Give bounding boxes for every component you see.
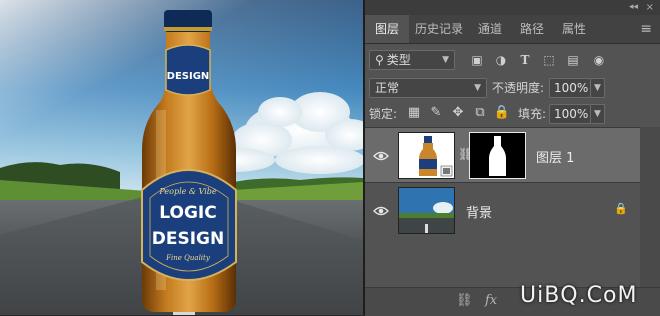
lock-icon: 🔒 bbox=[614, 202, 628, 215]
layer-row-layer1[interactable]: ⛓ 图层 1 bbox=[365, 127, 640, 182]
close-panel-icon[interactable]: × bbox=[646, 0, 654, 15]
add-layer-style-icon[interactable]: fx bbox=[485, 293, 497, 308]
tab-paths[interactable]: 路径 bbox=[511, 15, 553, 43]
blend-mode-dropdown[interactable]: 正常 ▼ bbox=[369, 78, 487, 98]
layer-row-background[interactable]: 背景 🔒 bbox=[365, 182, 640, 237]
tab-layers[interactable]: 图层 bbox=[365, 15, 409, 43]
tab-history[interactable]: 历史记录 bbox=[409, 15, 469, 43]
lock-fill-row: 锁定: ▦ ✎ ✥ ⧉ 🔒 填充: 100% ▼ bbox=[365, 101, 660, 127]
link-layers-icon[interactable]: ⛓ bbox=[456, 293, 473, 308]
opacity-dropdown-icon[interactable]: ▼ bbox=[591, 78, 605, 98]
label-top-text: LOGIC bbox=[159, 203, 216, 223]
filter-type-layer-icon[interactable]: T bbox=[517, 52, 533, 68]
layer-mask-thumbnail[interactable] bbox=[469, 132, 526, 179]
fill-dropdown-icon[interactable]: ▼ bbox=[591, 104, 605, 124]
chevron-down-icon: ▼ bbox=[474, 83, 481, 93]
lock-artboard-icon[interactable]: ⧉ bbox=[471, 104, 489, 122]
lock-image-pixels-icon[interactable]: ✎ bbox=[427, 104, 445, 122]
background-thumbnail bbox=[398, 187, 455, 234]
label-bottom-text: DESIGN bbox=[152, 229, 224, 249]
filter-shape-layer-icon[interactable]: ⬚ bbox=[541, 52, 557, 68]
layer-name[interactable]: 图层 1 bbox=[536, 147, 574, 166]
layer-thumbnail bbox=[398, 132, 455, 179]
blend-opacity-row: 正常 ▼ 不透明度: 100% ▼ bbox=[365, 75, 660, 101]
filter-adjustment-layer-icon[interactable]: ◑ bbox=[493, 52, 509, 68]
layers-scrollbar[interactable] bbox=[640, 127, 660, 287]
lock-all-icon[interactable]: 🔒 bbox=[493, 104, 511, 122]
opacity-input[interactable]: 100% bbox=[549, 78, 591, 98]
filter-kind-dropdown[interactable]: ⚲ 类型 ▼ bbox=[369, 50, 455, 70]
lock-position-icon[interactable]: ✥ bbox=[449, 104, 467, 122]
lock-transparent-pixels-icon[interactable]: ▦ bbox=[405, 104, 423, 122]
panel-header-strip: ◂◂ × bbox=[365, 0, 660, 15]
filter-row: ⚲ 类型 ▼ ▣ ◑ T ⬚ ▤ ◉ bbox=[365, 47, 660, 73]
fill-input[interactable]: 100% bbox=[549, 104, 591, 124]
label-script-text: People & Vibe bbox=[158, 187, 217, 196]
lock-label: 锁定: bbox=[369, 107, 398, 121]
visibility-eye-icon[interactable] bbox=[373, 149, 389, 163]
fill-label: 填充: bbox=[518, 107, 547, 121]
canvas-document[interactable]: DESIGN People & Vibe LOGIC DESIGN Fine Q… bbox=[0, 0, 363, 315]
filter-toggle-icon[interactable]: ◉ bbox=[591, 52, 607, 68]
watermark-text: UiBQ.CoM bbox=[520, 283, 638, 308]
opacity-label: 不透明度: bbox=[492, 81, 545, 95]
visibility-eye-icon[interactable] bbox=[373, 204, 389, 218]
filter-kind-value: 类型 bbox=[386, 53, 411, 67]
blend-mode-value: 正常 bbox=[375, 81, 400, 95]
tab-channels[interactable]: 通道 bbox=[469, 15, 511, 43]
search-icon: ⚲ bbox=[375, 53, 384, 67]
layer-name[interactable]: 背景 bbox=[466, 202, 492, 221]
layers-panel: ◂◂ × 图层 历史记录 通道 路径 属性 ≡ ⚲ 类型 ▼ ▣ ◑ T ⬚ ▤ … bbox=[365, 0, 660, 316]
filter-smart-object-icon[interactable]: ▤ bbox=[565, 52, 581, 68]
tab-properties[interactable]: 属性 bbox=[553, 15, 595, 43]
filter-pixel-layer-icon[interactable]: ▣ bbox=[469, 52, 485, 68]
panel-tab-bar: 图层 历史记录 通道 路径 属性 ≡ bbox=[365, 15, 660, 44]
neck-label-text: DESIGN bbox=[167, 71, 210, 82]
chevron-down-icon: ▼ bbox=[442, 55, 449, 65]
canvas-artwork: DESIGN People & Vibe LOGIC DESIGN Fine Q… bbox=[0, 0, 363, 315]
label-sub-text: Fine Quality bbox=[165, 254, 211, 262]
panel-menu-icon[interactable]: ≡ bbox=[640, 15, 652, 43]
collapse-panel-icon[interactable]: ◂◂ bbox=[629, 0, 638, 15]
